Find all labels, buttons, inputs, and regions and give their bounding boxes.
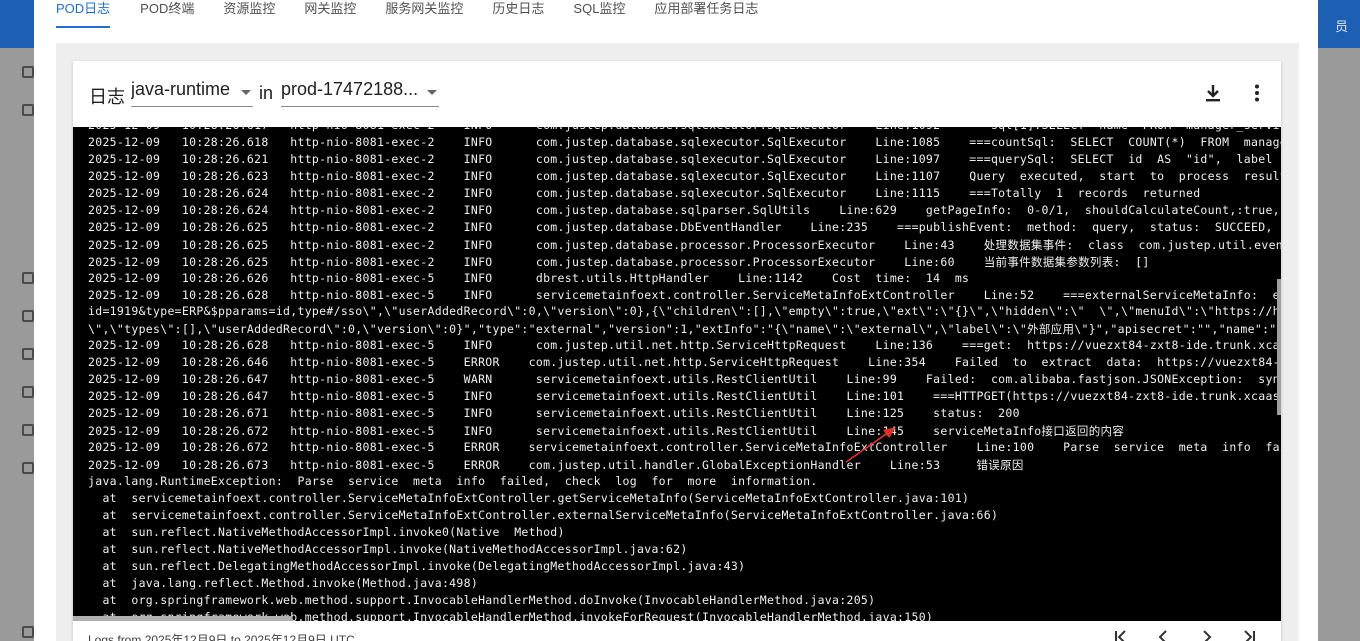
tab-gateway-monitor[interactable]: 网关监控	[304, 0, 356, 28]
chevron-right-icon	[1203, 630, 1212, 641]
sidebar-icon	[22, 626, 34, 638]
log-output[interactable]: at org.springframework.web.method.suppor…	[73, 127, 1281, 621]
sidebar-icon	[22, 424, 34, 436]
next-page-button[interactable]	[1197, 629, 1217, 641]
more-options-button[interactable]	[1245, 81, 1269, 105]
tab-pod-terminal[interactable]: POD终端	[140, 0, 194, 28]
content-panel: 日志 java-runtime in prod-17472188... at o…	[56, 43, 1299, 641]
sidebar-icon	[22, 66, 34, 78]
chevron-down-icon	[427, 90, 437, 95]
download-button[interactable]	[1201, 81, 1225, 105]
log-range-text: Logs from 2025年12月9日 to 2025年12月9日 UTC	[88, 633, 355, 641]
tab-resource-monitor[interactable]: 资源监控	[223, 0, 275, 28]
sidebar-icon	[22, 348, 34, 360]
download-icon	[1206, 85, 1220, 102]
sidebar-icon	[22, 310, 34, 322]
container-select[interactable]: java-runtime	[131, 79, 253, 107]
pod-log-dialog: POD日志 POD终端 资源监控 网关监控 服务网关监控 历史日志 SQL监控 …	[34, 0, 1318, 641]
sidebar-icon	[22, 386, 34, 398]
log-card-header: 日志 java-runtime in prod-17472188...	[73, 61, 1281, 127]
tab-service-gateway-monitor[interactable]: 服务网关监控	[385, 0, 463, 28]
sidebar-icon	[22, 272, 34, 284]
first-page-icon	[1115, 630, 1126, 641]
tab-pod-log[interactable]: POD日志	[56, 0, 111, 28]
chevron-left-icon	[1158, 630, 1167, 641]
background-header-text: 员	[1334, 19, 1348, 34]
tab-bar: POD日志 POD终端 资源监控 网关监控 服务网关监控 历史日志 SQL监控 …	[34, 0, 1318, 28]
background-sidebar	[0, 48, 36, 641]
chevron-down-icon	[241, 90, 251, 95]
more-vert-icon	[1255, 84, 1259, 102]
sidebar-icon	[22, 462, 34, 474]
pod-select[interactable]: prod-17472188...	[281, 79, 439, 107]
log-title: 日志	[89, 87, 125, 107]
previous-page-button[interactable]	[1153, 629, 1173, 641]
tab-sql-monitor[interactable]: SQL监控	[573, 0, 625, 28]
in-label: in	[259, 83, 274, 103]
log-card: 日志 java-runtime in prod-17472188... at o…	[73, 61, 1281, 641]
log-footer: Logs from 2025年12月9日 to 2025年12月9日 UTC	[73, 621, 1281, 641]
first-page-button[interactable]	[1111, 629, 1131, 641]
last-page-icon	[1244, 630, 1255, 641]
tab-deploy-task-log[interactable]: 应用部署任务日志	[654, 0, 758, 28]
annotation-arrow-icon	[845, 427, 896, 463]
pod-select-value: prod-17472188...	[281, 79, 419, 99]
container-select-value: java-runtime	[131, 79, 231, 99]
last-page-button[interactable]	[1239, 629, 1259, 641]
tab-history-log[interactable]: 历史日志	[492, 0, 544, 28]
sidebar-icon	[22, 104, 34, 116]
